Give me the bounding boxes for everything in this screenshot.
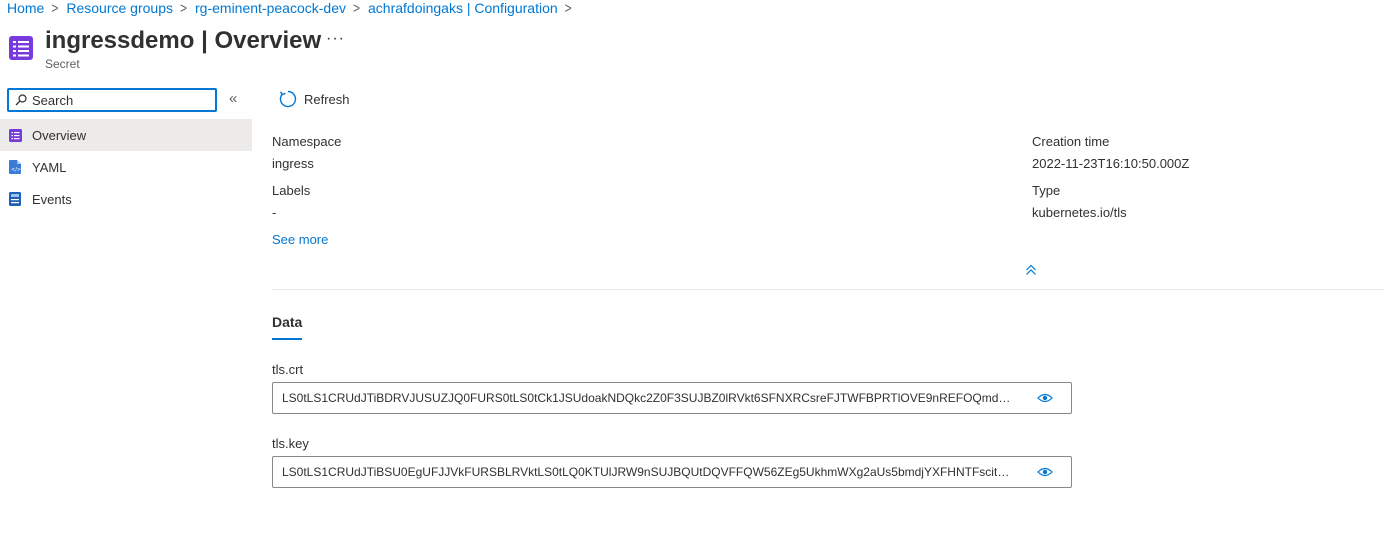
page-title: ingressdemo | Overview: [45, 27, 321, 55]
type-label: Type: [1032, 183, 1061, 198]
namespace-value: ingress: [272, 156, 314, 171]
creation-time-label: Creation time: [1032, 134, 1110, 149]
show-value-eye-icon[interactable]: [1037, 467, 1053, 477]
chevron-right-icon: >: [51, 0, 59, 17]
tls-crt-value: LS0tLS1CRUdJTiBDRVJUSUZJQ0FURS0tLS0tCk1J…: [282, 391, 1037, 405]
tls-key-field[interactable]: LS0tLS1CRUdJTiBSU0EgUFJJVkFURSBLRVktLS0t…: [272, 456, 1072, 488]
refresh-label: Refresh: [304, 91, 350, 107]
labels-label: Labels: [272, 183, 311, 198]
type-value: kubernetes.io/tls: [1032, 205, 1127, 220]
refresh-button[interactable]: Refresh: [279, 90, 350, 108]
breadcrumb-home[interactable]: Home: [7, 0, 44, 16]
overview-icon: [8, 128, 22, 142]
sidebar-item-label: Overview: [32, 127, 87, 143]
svg-text:</>: </>: [11, 167, 21, 173]
chevron-right-icon: >: [564, 0, 572, 17]
chevron-right-icon: >: [180, 0, 188, 17]
breadcrumb: Home > Resource groups > rg-eminent-peac…: [7, 0, 580, 16]
breadcrumb-cluster-configuration[interactable]: achrafdoingaks | Configuration: [368, 0, 558, 16]
tls-crt-label: tls.crt: [272, 362, 304, 377]
chevron-right-icon: >: [352, 0, 360, 17]
namespace-label: Namespace: [272, 134, 342, 149]
refresh-icon: [279, 90, 297, 108]
sidebar-item-label: Events: [32, 191, 72, 207]
collapse-essentials-icon[interactable]: [1025, 264, 1037, 276]
breadcrumb-resource-group[interactable]: rg-eminent-peacock-dev: [195, 0, 346, 16]
collapse-sidebar-button[interactable]: «: [229, 91, 237, 107]
yaml-icon: </>: [8, 160, 22, 174]
tab-data[interactable]: Data: [272, 314, 303, 340]
more-options-button[interactable]: ···: [326, 30, 345, 48]
sidebar-nav: Overview </> YAML Events: [0, 119, 252, 215]
search-box[interactable]: [7, 88, 217, 112]
sidebar-item-label: YAML: [32, 159, 67, 175]
resource-type-subtitle: Secret: [45, 57, 80, 71]
labels-value: -: [272, 205, 277, 220]
creation-time-value: 2022-11-23T16:10:50.000Z: [1032, 156, 1190, 171]
sidebar-item-yaml[interactable]: </> YAML: [0, 151, 252, 183]
page-name: | Overview: [201, 27, 322, 54]
see-more-link[interactable]: See more: [272, 232, 328, 247]
events-icon: [8, 192, 22, 206]
page-header: ingressdemo | Overview Secret: [8, 27, 321, 71]
search-input[interactable]: [32, 92, 202, 108]
tls-key-label: tls.key: [272, 436, 309, 451]
search-icon: [15, 94, 27, 106]
resource-name: ingressdemo: [45, 27, 195, 54]
sidebar-item-events[interactable]: Events: [0, 183, 252, 215]
secret-resource-icon: [9, 36, 33, 60]
tls-crt-field[interactable]: LS0tLS1CRUdJTiBDRVJUSUZJQ0FURS0tLS0tCk1J…: [272, 382, 1072, 414]
tls-key-value: LS0tLS1CRUdJTiBSU0EgUFJJVkFURSBLRVktLS0t…: [282, 465, 1037, 479]
sidebar-item-overview[interactable]: Overview: [0, 119, 252, 151]
breadcrumb-resource-groups[interactable]: Resource groups: [66, 0, 173, 16]
show-value-eye-icon[interactable]: [1037, 393, 1053, 403]
section-divider: [272, 289, 1384, 290]
